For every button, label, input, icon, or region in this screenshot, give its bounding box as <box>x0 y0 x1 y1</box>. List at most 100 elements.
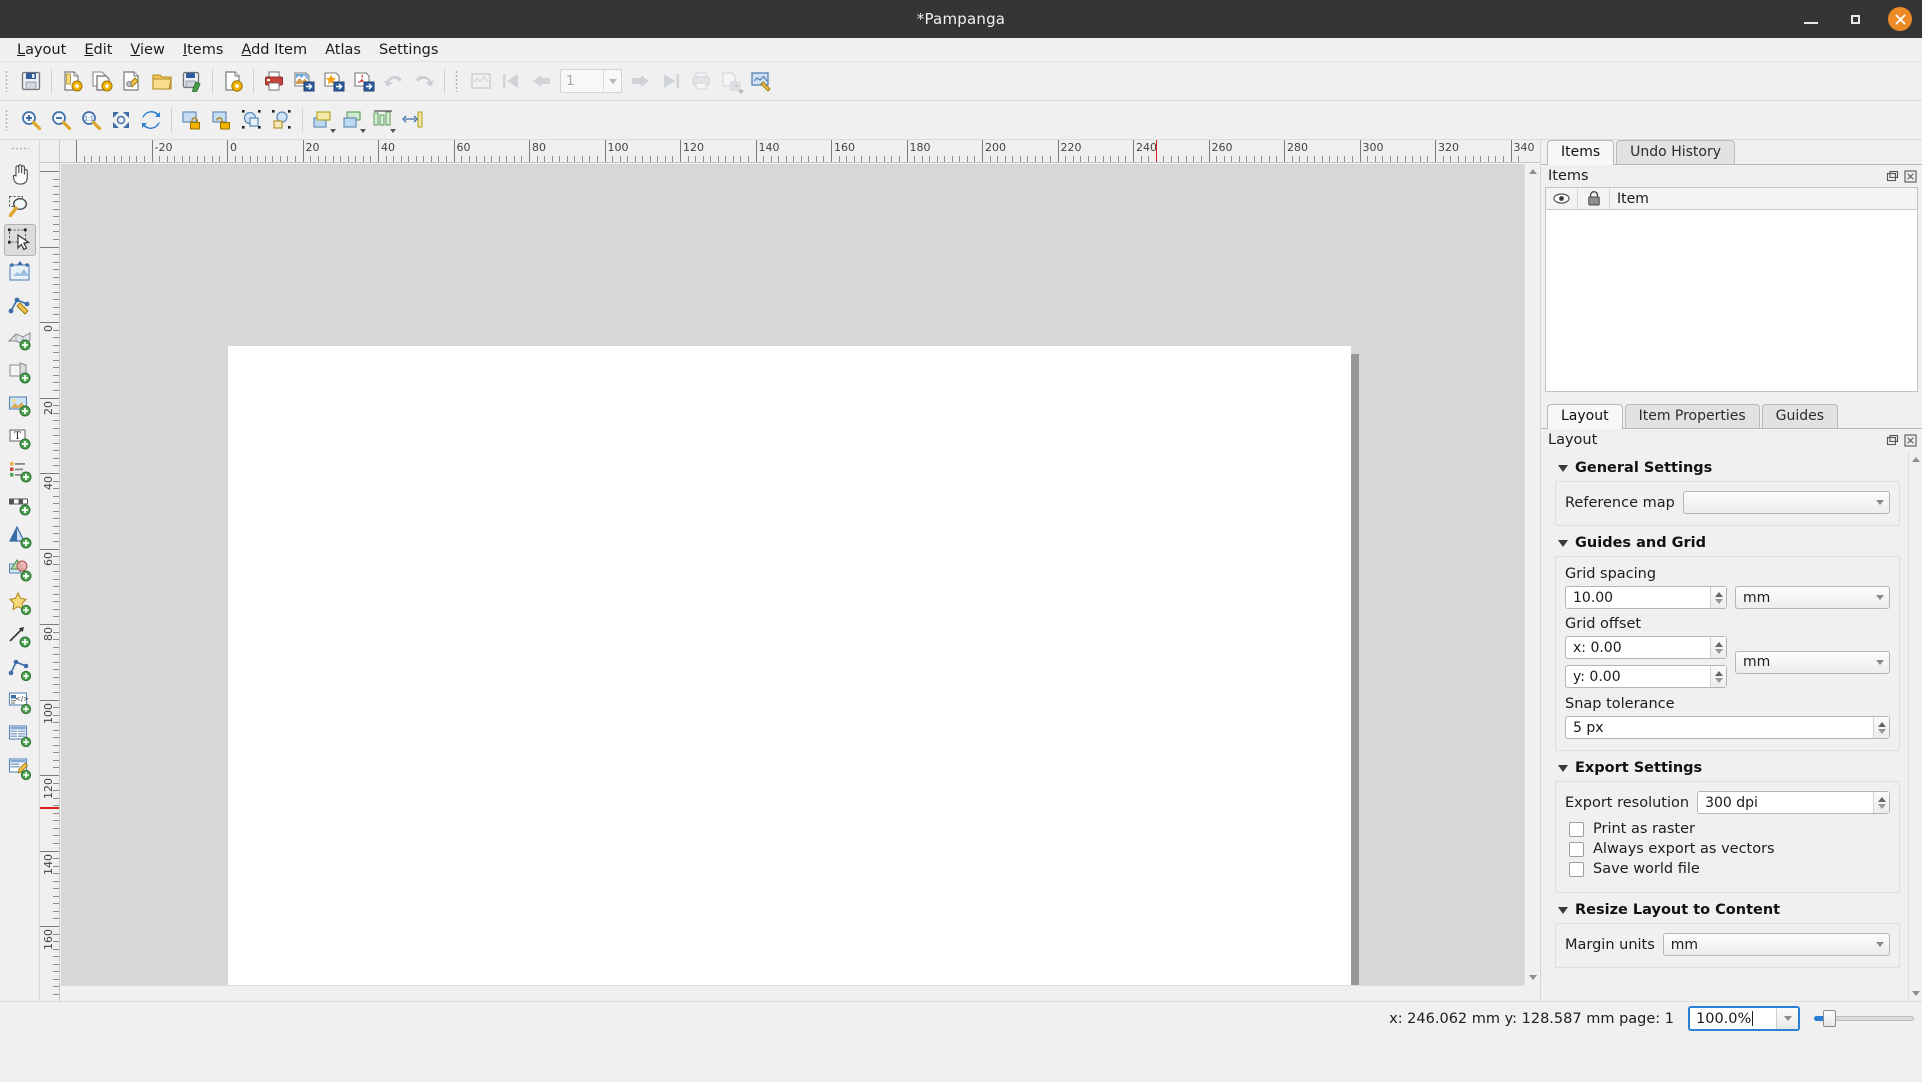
align-items-icon[interactable] <box>368 105 398 135</box>
distribute-items-icon[interactable] <box>398 105 428 135</box>
menu-view[interactable]: View <box>121 40 173 60</box>
add-attribute-table-tool[interactable] <box>4 719 36 751</box>
scroll-up-icon[interactable] <box>1525 163 1540 179</box>
select-move-item-tool[interactable] <box>3 224 36 256</box>
add-marker-tool[interactable] <box>4 587 36 619</box>
unlock-items-icon[interactable] <box>207 105 237 135</box>
chevron-down-icon[interactable] <box>360 129 366 133</box>
always-export-as-vectors-row[interactable]: Always export as vectors <box>1569 841 1890 857</box>
menu-layout[interactable]: Layout <box>8 40 75 60</box>
grid-spacing-spinbox[interactable]: 10.00 <box>1565 586 1727 609</box>
redo-icon[interactable] <box>409 66 439 96</box>
atlas-prev-feature-icon[interactable] <box>526 66 556 96</box>
atlas-page-spinbox[interactable] <box>560 69 622 93</box>
tab-undo-history[interactable]: Undo History <box>1616 140 1736 164</box>
scroll-up-icon[interactable] <box>1909 451 1922 467</box>
ungroup-items-icon[interactable] <box>267 105 297 135</box>
save-world-file-checkbox[interactable] <box>1569 861 1584 877</box>
scroll-down-icon[interactable] <box>1525 969 1540 985</box>
print-as-raster-row[interactable]: Print as raster <box>1569 821 1890 837</box>
print-as-raster-checkbox[interactable] <box>1569 821 1584 837</box>
chevron-down-icon[interactable] <box>1876 942 1884 947</box>
menu-atlas[interactable]: Atlas <box>316 40 370 60</box>
add-legend-tool[interactable] <box>4 455 36 487</box>
toolbar-grip[interactable] <box>3 68 12 94</box>
add-html-tool[interactable]: </> <box>4 686 36 718</box>
add-north-arrow-tool[interactable] <box>4 521 36 553</box>
add-map-tool[interactable] <box>4 323 36 355</box>
close-panel-icon[interactable] <box>1903 433 1918 448</box>
export-settings-header[interactable]: Export Settings <box>1549 760 1902 776</box>
reference-map-combo[interactable] <box>1682 491 1890 514</box>
export-svg-icon[interactable] <box>319 66 349 96</box>
lock-items-icon[interactable] <box>177 105 207 135</box>
spinner-arrows-icon[interactable] <box>1710 637 1726 658</box>
chevron-down-icon[interactable] <box>1776 1008 1798 1029</box>
menu-settings[interactable]: Settings <box>370 40 447 60</box>
spinner-arrows-icon[interactable] <box>1710 587 1726 608</box>
minimize-icon[interactable] <box>1800 8 1822 30</box>
general-settings-header[interactable]: General Settings <box>1549 460 1902 476</box>
tab-guides[interactable]: Guides <box>1761 404 1839 428</box>
zoom-out-icon[interactable] <box>46 105 76 135</box>
add-fixed-table-tool[interactable] <box>4 752 36 784</box>
grid-offset-x-spinbox[interactable]: x: 0.00 <box>1565 636 1727 659</box>
menu-add-item[interactable]: Add Item <box>232 40 316 60</box>
tab-layout[interactable]: Layout <box>1547 404 1623 429</box>
atlas-export-icon[interactable] <box>716 66 746 96</box>
canvas-vertical-scrollbar[interactable] <box>1524 163 1540 985</box>
layout-page-1[interactable] <box>228 346 1351 985</box>
refresh-icon[interactable] <box>136 105 166 135</box>
zoom-full-icon[interactable] <box>106 105 136 135</box>
layout-manager-icon[interactable] <box>117 66 147 96</box>
chevron-down-icon[interactable] <box>390 129 396 133</box>
always-export-as-vectors-checkbox[interactable] <box>1569 841 1584 857</box>
save-world-file-row[interactable]: Save world file <box>1569 861 1890 877</box>
spinner-arrows-icon[interactable] <box>1873 792 1889 813</box>
undo-icon[interactable] <box>379 66 409 96</box>
export-pdf-icon[interactable] <box>349 66 379 96</box>
grid-spacing-unit-combo[interactable]: mm <box>1735 586 1890 609</box>
grid-offset-y-spinbox[interactable]: y: 0.00 <box>1565 665 1727 688</box>
lock-icon[interactable] <box>1578 188 1610 209</box>
menu-edit[interactable]: Edit <box>75 40 121 60</box>
atlas-page-input[interactable] <box>561 70 603 92</box>
float-icon[interactable] <box>1885 169 1900 184</box>
atlas-first-feature-icon[interactable] <box>496 66 526 96</box>
add-node-item-tool[interactable] <box>4 653 36 685</box>
guides-and-grid-header[interactable]: Guides and Grid <box>1549 535 1902 551</box>
eye-icon[interactable] <box>1546 188 1578 209</box>
float-icon[interactable] <box>1885 433 1900 448</box>
export-resolution-spinbox[interactable]: 300 dpi <box>1697 791 1890 814</box>
layout-scene[interactable] <box>61 164 1524 985</box>
group-items-icon[interactable] <box>237 105 267 135</box>
pan-layout-tool[interactable] <box>4 158 36 190</box>
zoom-level-combo[interactable]: 100.0% <box>1688 1006 1800 1031</box>
atlas-settings-icon[interactable] <box>746 66 776 96</box>
chevron-down-icon[interactable] <box>330 129 336 133</box>
zoom-tool[interactable] <box>4 191 36 223</box>
open-layout-icon[interactable] <box>147 66 177 96</box>
lower-items-icon[interactable] <box>338 105 368 135</box>
collapse-triangle-icon[interactable] <box>1558 906 1568 914</box>
menu-items[interactable]: Items <box>174 40 233 60</box>
duplicate-layout-icon[interactable] <box>87 66 117 96</box>
zoom-level-value[interactable]: 100.0% <box>1690 1011 1776 1027</box>
properties-scrollbar[interactable] <box>1908 451 1922 1001</box>
add-label-tool[interactable]: T <box>4 422 36 454</box>
raise-items-icon[interactable] <box>308 105 338 135</box>
margin-units-combo[interactable]: mm <box>1662 933 1890 956</box>
maximize-icon[interactable] <box>1844 8 1866 30</box>
grid-offset-unit-combo[interactable]: mm <box>1735 650 1890 674</box>
chevron-down-icon[interactable] <box>1876 500 1884 505</box>
add-picture-tool[interactable] <box>4 389 36 421</box>
canvas-horizontal-scrollbar[interactable] <box>60 985 1524 1001</box>
save-layout-icon[interactable] <box>16 66 46 96</box>
items-table[interactable]: Item <box>1545 187 1918 392</box>
horizontal-ruler[interactable]: -20 0 20 40 60 80 100 120 140 160 180 200 220 240 260 2… <box>60 140 1540 163</box>
items-column-header[interactable]: Item <box>1610 188 1917 209</box>
snap-tolerance-spinbox[interactable]: 5 px <box>1565 716 1890 739</box>
export-image-icon[interactable] <box>289 66 319 96</box>
atlas-last-feature-icon[interactable] <box>656 66 686 96</box>
spinner-arrows-icon[interactable] <box>1873 717 1889 738</box>
